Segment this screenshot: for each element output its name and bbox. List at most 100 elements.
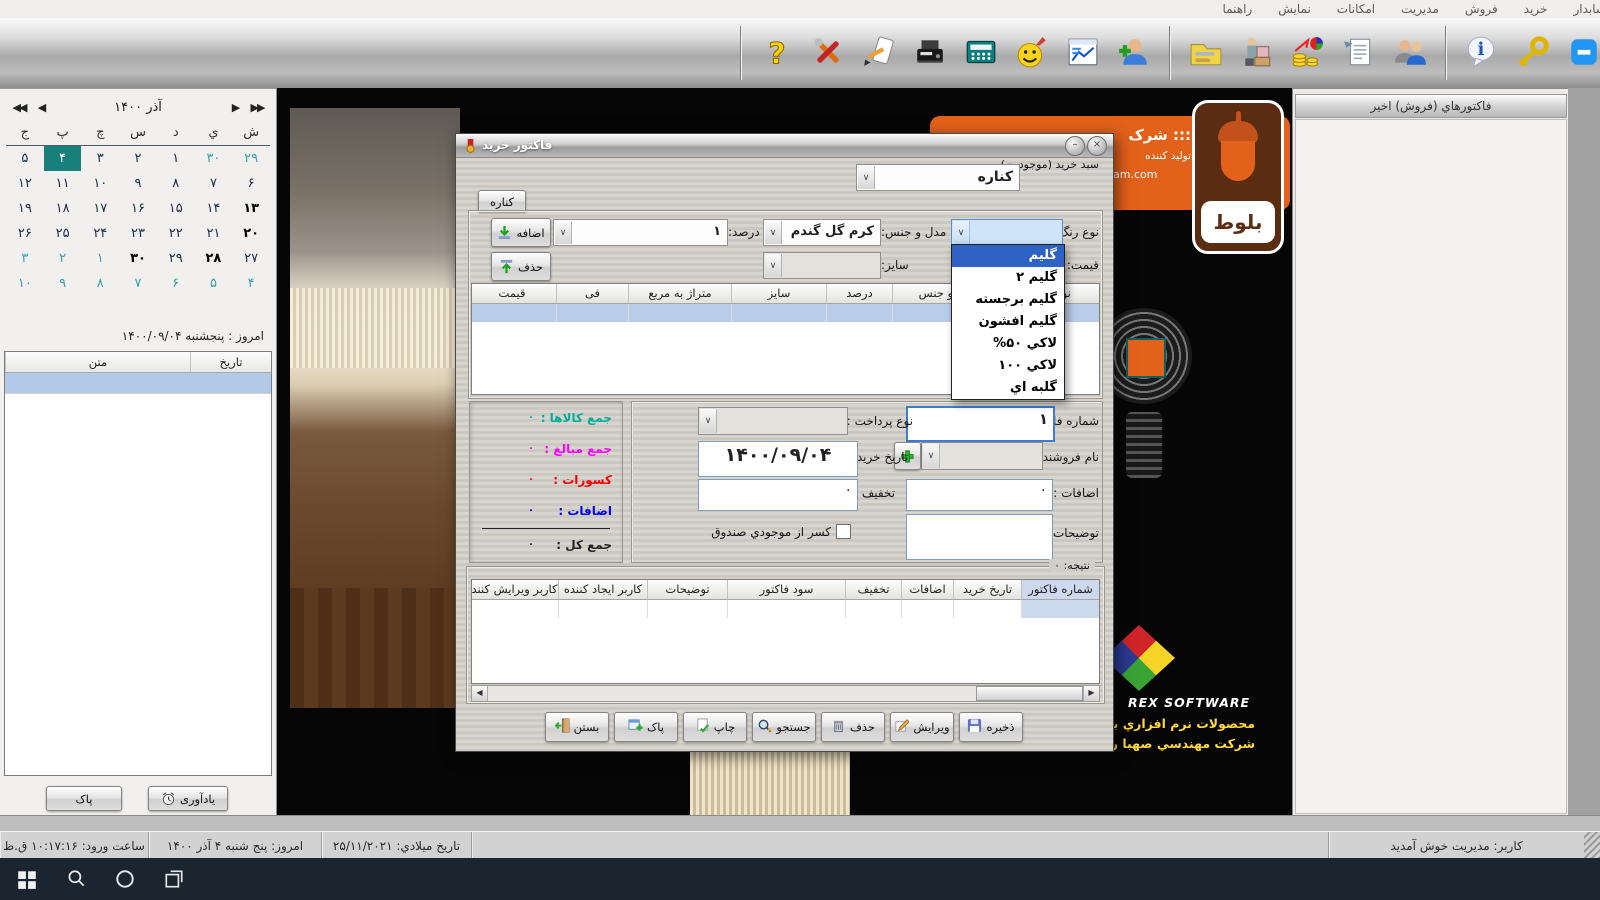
calendar-day[interactable]: ۲ [44,246,82,271]
calendar-day[interactable]: ۲۱ [195,221,233,246]
percent-combo[interactable]: ۱ [553,219,728,246]
calendar-day[interactable]: ۹ [119,171,157,196]
smiley-button[interactable] [1011,29,1053,77]
windows-start-button[interactable] [16,868,38,890]
delete-button[interactable]: حذف [821,712,885,742]
calendar-day[interactable]: ۱۶ [119,196,157,221]
calendar-day[interactable]: ۸ [157,171,195,196]
dropdown-item[interactable]: لاکي ۵۰% [952,333,1064,355]
exit-button[interactable]: بستن [545,712,609,742]
calendar-day[interactable]: ۲۲ [157,221,195,246]
chart-window-button[interactable] [1062,29,1104,77]
dropdown-item[interactable]: گلیم افشون [952,311,1064,333]
delivery-button[interactable] [1236,29,1278,77]
notes-input[interactable] [906,514,1053,560]
calendar-day[interactable]: ۱۹ [6,196,44,221]
calendar-day[interactable]: ۱ [157,146,195,171]
dialog-title-bar[interactable]: فاکتور خرید – × [456,134,1113,158]
calendar-day[interactable]: ۲۷ [232,246,270,271]
fax-button[interactable] [909,29,951,77]
dropdown-item[interactable]: لاکي ۱۰۰ [952,355,1064,377]
calendar-day[interactable]: ۲۹ [232,146,270,171]
app-minimize-button[interactable] [1563,29,1600,77]
chevron-down-icon[interactable] [555,221,572,244]
taskbar-search-button[interactable] [65,868,87,890]
calendar-day[interactable]: ۳۰ [195,146,233,171]
discount-input[interactable]: ۰ [698,479,858,511]
document-button[interactable] [1338,29,1380,77]
calendar-day[interactable]: ۳۰ [119,246,157,271]
calendar-day[interactable]: ۱۲ [6,171,44,196]
calculator-button[interactable] [960,29,1002,77]
write-note-button[interactable] [858,29,900,77]
info-button[interactable]: i [1461,29,1503,77]
calendar-day[interactable]: ۶ [157,271,195,296]
calendar-day[interactable]: ۴ [44,146,82,171]
clear-reminders-button[interactable]: پاک [46,786,122,811]
toolbox-button[interactable] [1185,29,1227,77]
chevron-down-icon[interactable] [923,444,940,468]
prev-year-button[interactable]: ◀◀ [8,101,30,114]
additions-input[interactable]: ۰ [906,479,1053,511]
calendar-day[interactable]: ۱۰ [6,271,44,296]
calendar-day[interactable]: ۱۸ [44,196,82,221]
next-month-button[interactable]: ▶ [224,101,246,114]
chevron-down-icon[interactable] [765,254,782,277]
tools-button[interactable] [807,29,849,77]
reminder-button[interactable]: یادآوری [148,786,228,811]
calendar-day[interactable]: ۲۶ [6,221,44,246]
calendar-day[interactable]: ۱۱ [44,171,82,196]
prev-month-button[interactable]: ◀ [30,101,52,114]
calendar-day[interactable]: ۴ [232,271,270,296]
basket-combo[interactable]: کناره [856,164,1020,191]
menu-item-1[interactable]: خرید [1524,2,1548,16]
clear-button[interactable]: پاک [614,712,678,742]
calendar-day[interactable]: ۲۸ [195,246,233,271]
calendar-day[interactable]: ۷ [195,171,233,196]
dropdown-item[interactable]: گلیم ۲ [952,267,1064,289]
scroll-right-button[interactable]: ▶ [1083,686,1099,701]
menu-item-4[interactable]: امکانات [1337,2,1375,16]
reminders-selected-row[interactable] [5,373,271,394]
calendar-day[interactable]: ۲۹ [157,246,195,271]
color-type-combo[interactable] [951,219,1063,246]
menu-item-6[interactable]: راهنما [1223,2,1253,16]
calendar-day[interactable]: ۵ [195,271,233,296]
invoice-no-input[interactable]: ۱ [906,406,1055,442]
chevron-down-icon[interactable] [765,221,782,244]
calendar-day[interactable]: ۱۵ [157,196,195,221]
recent-invoices-list[interactable] [1295,119,1567,814]
cortana-button[interactable] [114,868,136,890]
window-minimize-button[interactable]: – [1065,136,1085,156]
calendar-day[interactable]: ۱۰ [81,171,119,196]
calendar-day[interactable]: ۱۷ [81,196,119,221]
dropdown-item[interactable]: گلیم [952,245,1064,267]
calendar-day[interactable]: ۳ [81,146,119,171]
chevron-down-icon[interactable] [858,166,875,189]
print-button[interactable]: چاپ [683,712,747,742]
menu-item-5[interactable]: نمایش [1278,2,1311,16]
menu-item-3[interactable]: مدیریت [1401,2,1439,16]
purchase-date-input[interactable]: ۱۴۰۰/۰۹/۰۴ [698,441,858,477]
finance-chart-button[interactable] [1287,29,1329,77]
calendar-day[interactable]: ۲۴ [81,221,119,246]
task-view-button[interactable] [163,868,185,890]
next-year-button[interactable]: ▶▶ [246,101,268,114]
calendar-day[interactable]: ۸ [81,271,119,296]
calendar-day[interactable]: ۲۳ [119,221,157,246]
payment-type-combo[interactable] [698,407,848,435]
scroll-thumb[interactable] [976,686,1083,701]
calendar-day[interactable]: ۹ [44,271,82,296]
scroll-left-button[interactable]: ◀ [472,686,488,701]
key-button[interactable] [1512,29,1554,77]
tab-kenareh[interactable]: کناره [478,190,526,212]
menu-item-0[interactable]: حسابدار [1573,2,1600,16]
add-user-button[interactable] [1113,29,1155,77]
calendar-day[interactable]: ۵ [6,146,44,171]
menu-item-2[interactable]: فروش [1465,2,1498,16]
users-button[interactable] [1389,29,1431,77]
calendar-day[interactable]: ۱۳ [232,196,270,221]
calendar-day[interactable]: ۷ [119,271,157,296]
window-close-button[interactable]: × [1087,136,1107,156]
model-combo[interactable]: کرم گل گندم [763,219,881,246]
